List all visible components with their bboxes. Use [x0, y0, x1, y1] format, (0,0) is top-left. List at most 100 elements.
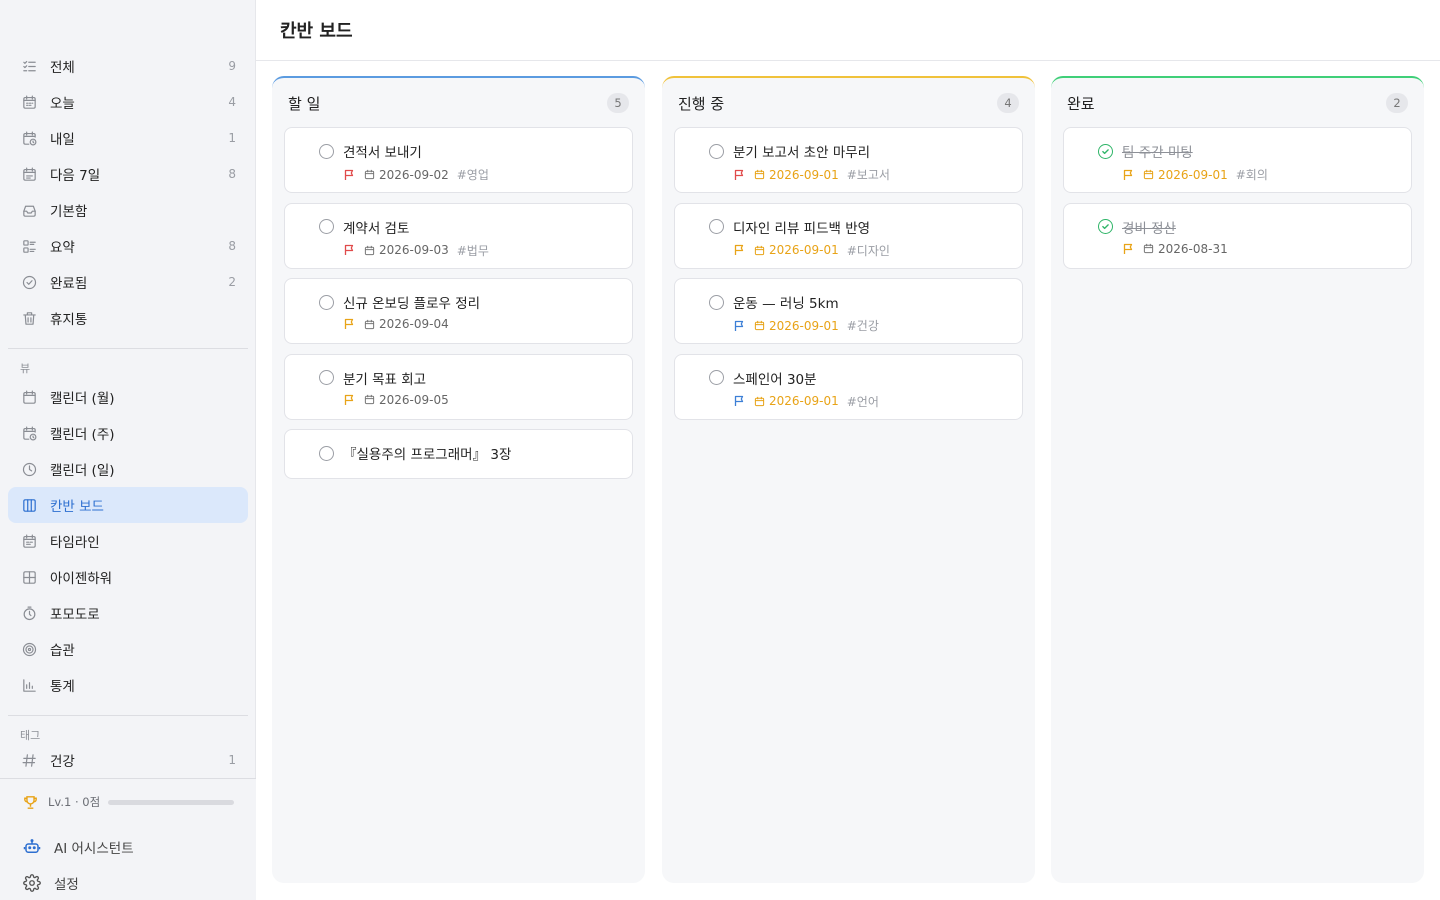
timer-icon	[20, 604, 38, 622]
task-checkbox[interactable]	[319, 370, 334, 385]
calendar-today-icon	[20, 93, 38, 111]
task-checkbox[interactable]	[709, 370, 724, 385]
gear-icon	[22, 873, 42, 893]
task-checkbox[interactable]	[319, 143, 334, 159]
sidebar-item-list-check[interactable]: 전체 9	[8, 48, 248, 84]
sidebar-item-summary[interactable]: 요약 8	[8, 228, 248, 264]
due-date: 2026-09-01	[1158, 167, 1228, 182]
flag-icon	[733, 244, 745, 256]
sidebar-item-calendar-week[interactable]: 다음 7일 8	[8, 156, 248, 192]
completed-checkbox[interactable]	[1098, 143, 1113, 159]
settings-label: 설정	[54, 877, 79, 893]
level-indicator[interactable]: Lv.1 · 0점	[22, 793, 234, 811]
view-item-timeline[interactable]: 타임라인	[8, 523, 248, 559]
view-item-matrix[interactable]: 아이젠하워	[8, 559, 248, 595]
task-card[interactable]: 디자인 리뷰 피드백 반영 2026-09-01 #디자인	[674, 202, 1023, 269]
task-card[interactable]: 『실용주의 프로그래머』 3장	[284, 429, 633, 479]
task-meta: 2026-08-31	[1122, 242, 1236, 256]
view-item-timer[interactable]: 포모도로	[8, 595, 248, 631]
settings-button[interactable]: 설정	[22, 871, 79, 895]
task-title-row: 계약서 검토	[319, 217, 409, 237]
sidebar-item-label: 칸반 보드	[50, 499, 104, 515]
task-tag[interactable]: #영업	[457, 166, 489, 183]
task-card[interactable]: 신규 온보딩 플로우 정리 2026-09-04	[284, 278, 633, 344]
kanban-column-todo: 할 일 5 견적서 보내기 2026-09-02 #영업 계약서 검토 2026-09-03…	[272, 76, 645, 883]
task-card[interactable]: 운동 — 러닝 5km 2026-09-01 #건강	[674, 278, 1023, 344]
view-item-target[interactable]: 습관	[8, 631, 248, 667]
flag-icon	[733, 395, 745, 407]
sidebar-item-label: 아이젠하워	[50, 571, 113, 587]
task-tag[interactable]: #디자인	[847, 242, 890, 259]
task-title: 디자인 리뷰 피드백 반영	[733, 220, 871, 237]
list-check-icon	[20, 57, 38, 75]
column-header: 완료 2	[1051, 78, 1424, 128]
task-tag[interactable]: #회의	[1236, 166, 1268, 183]
completed-checkbox[interactable]	[1098, 219, 1113, 234]
column-title: 진행 중	[678, 94, 725, 113]
check-circle-icon	[20, 273, 38, 291]
calendar-icon	[754, 396, 765, 407]
task-card[interactable]: 견적서 보내기 2026-09-02 #영업	[284, 127, 633, 193]
sidebar-item-calendar-today[interactable]: 오늘 4	[8, 84, 248, 120]
due-date: 2026-09-05	[379, 392, 449, 407]
task-title: 팀 주간 미팅	[1122, 145, 1193, 161]
sidebar-item-count: 1	[228, 753, 236, 767]
page-title: 칸반 보드	[280, 21, 353, 42]
timeline-icon	[20, 532, 38, 550]
task-meta: 2026-09-01 #보고서	[733, 166, 890, 183]
sidebar-item-check-circle[interactable]: 완료됨 2	[8, 264, 248, 300]
sidebar-item-label: 캘린더 (주)	[50, 427, 115, 443]
calendar-month-icon	[20, 388, 38, 406]
robot-icon	[22, 837, 42, 857]
task-tag[interactable]: #법무	[457, 242, 489, 259]
column-count-badge: 5	[607, 93, 629, 113]
ai-assistant-button[interactable]: AI 어시스턴트	[22, 835, 134, 859]
task-meta: 2026-09-04	[343, 317, 457, 331]
task-title-row: 『실용주의 프로그래머』 3장	[319, 443, 511, 463]
task-tag[interactable]: #보고서	[847, 166, 890, 183]
task-checkbox[interactable]	[709, 143, 724, 159]
task-checkbox[interactable]	[319, 219, 334, 234]
sidebar-item-inbox[interactable]: 기본함	[8, 192, 248, 228]
divider	[8, 715, 248, 716]
column-count-badge: 4	[997, 93, 1019, 113]
task-card[interactable]: 분기 목표 회고 2026-09-05	[284, 353, 633, 420]
sidebar: 전체 9 오늘 4 내일 1 다음 7일 8 기본함 요약 8 완료됨 2 휴지통 뷰 캘린더 (월) 캘린더 …	[0, 0, 256, 900]
task-tag[interactable]: #건강	[847, 317, 879, 334]
flag-icon	[343, 394, 355, 406]
sidebar-item-label: 캘린더 (월)	[50, 391, 115, 407]
task-tag[interactable]: #언어	[847, 393, 879, 410]
task-title-row: 스페인어 30분	[709, 368, 817, 388]
trash-icon	[20, 309, 38, 327]
task-card[interactable]: 경비 정산 2026-08-31	[1063, 202, 1412, 269]
kanban-icon	[20, 496, 38, 514]
task-card[interactable]: 분기 보고서 초안 마무리 2026-09-01 #보고서	[674, 127, 1023, 193]
task-card[interactable]: 팀 주간 미팅 2026-09-01 #회의	[1063, 127, 1412, 193]
task-card[interactable]: 스페인어 30분 2026-09-01 #언어	[674, 353, 1023, 420]
task-title: 스페인어 30분	[733, 371, 817, 388]
view-item-kanban[interactable]: 칸반 보드	[8, 487, 248, 523]
task-checkbox[interactable]	[709, 219, 724, 234]
flag-icon	[1122, 169, 1134, 181]
task-card[interactable]: 계약서 검토 2026-09-03 #법무	[284, 202, 633, 269]
view-item-clock[interactable]: 캘린더 (일)	[8, 451, 248, 487]
tag-item-hash[interactable]: 건강 1	[8, 746, 248, 774]
sidebar-item-label: 건강	[50, 754, 75, 770]
sidebar-item-label: 오늘	[50, 96, 75, 112]
view-item-calendar-month[interactable]: 캘린더 (월)	[8, 379, 248, 415]
view-item-calendar-week-view[interactable]: 캘린더 (주)	[8, 415, 248, 451]
sidebar-item-calendar-clock[interactable]: 내일 1	[8, 120, 248, 156]
view-item-bar-chart[interactable]: 통계	[8, 667, 248, 703]
clock-icon	[20, 460, 38, 478]
task-meta: 2026-09-05	[343, 393, 457, 407]
task-checkbox[interactable]	[319, 294, 334, 310]
sidebar-item-count: 8	[228, 167, 236, 181]
level-text: Lv.1 · 0점	[48, 795, 101, 809]
calendar-icon	[1143, 243, 1154, 254]
bar-chart-icon	[20, 676, 38, 694]
sidebar-item-trash[interactable]: 휴지통	[8, 300, 248, 336]
calendar-icon	[364, 245, 375, 256]
task-checkbox[interactable]	[319, 445, 334, 461]
column-count-badge: 2	[1386, 93, 1408, 113]
task-checkbox[interactable]	[709, 294, 724, 310]
